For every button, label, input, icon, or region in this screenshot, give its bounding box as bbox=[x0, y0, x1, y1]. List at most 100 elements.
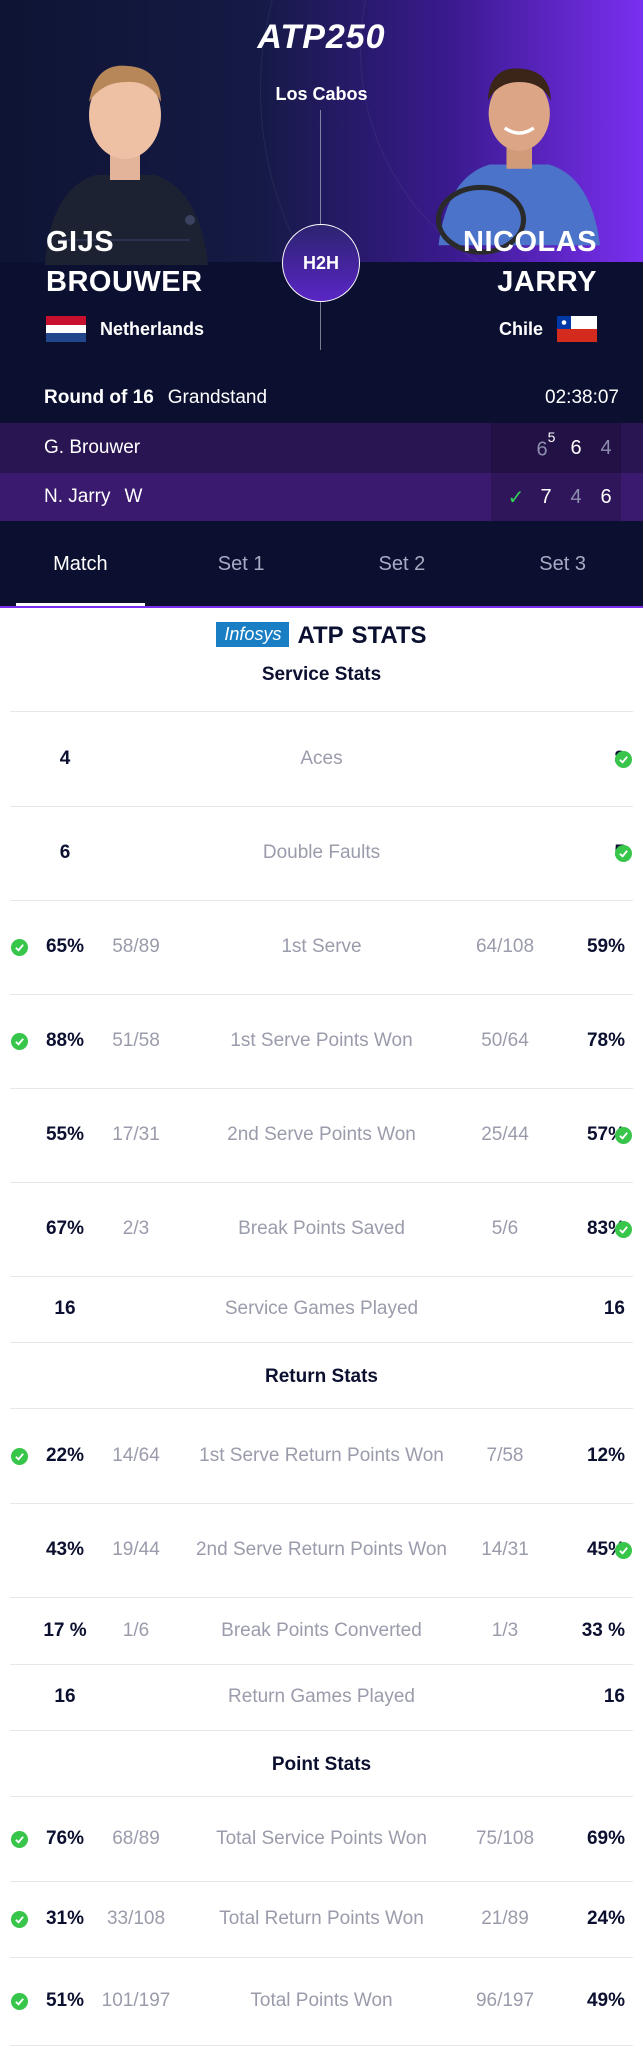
player2-country-name: Chile bbox=[498, 318, 543, 339]
stat-row: 22% 14/64 1st Serve Return Points Won 7/58 1… bbox=[0, 1409, 643, 1503]
set3-score: 4 bbox=[600, 436, 612, 459]
player2-stat-value: 78% bbox=[586, 1030, 625, 1051]
player2-stat-value: 49% bbox=[586, 1990, 625, 2011]
set2-score: 6 bbox=[570, 436, 582, 459]
stat-row: 67% 2/3 Break Points Saved 5/6 83% bbox=[0, 1182, 643, 1276]
leader-check-icon bbox=[615, 1541, 632, 1559]
set1-score: 7 bbox=[540, 485, 552, 508]
leader-check-icon bbox=[615, 750, 632, 768]
player2-stat-ratio: 96/197 bbox=[475, 1990, 535, 2011]
tab-set-2[interactable]: Set 2 bbox=[322, 521, 483, 608]
player2-stat-ratio: 64/108 bbox=[475, 936, 535, 957]
player1-stat-value: 55% bbox=[45, 1124, 85, 1145]
tab-set-3[interactable]: Set 3 bbox=[482, 521, 643, 608]
winner-check-icon: ✓ bbox=[507, 486, 525, 509]
player1-stat-value: 17 % bbox=[43, 1619, 87, 1641]
player2-name[interactable]: NICOLAS JARRY bbox=[463, 222, 597, 302]
player2-stat-ratio: 7/58 bbox=[486, 1445, 524, 1466]
stat-row: 43% 19/44 2nd Serve Return Points Won 14/31… bbox=[0, 1503, 643, 1597]
player1-stat-value: 31% bbox=[45, 1908, 85, 1929]
player1-stat-ratio: 1/6 bbox=[122, 1619, 150, 1641]
stat-label: Total Service Points Won bbox=[216, 1828, 427, 1849]
player2-stat-value: 16 bbox=[603, 1298, 625, 1319]
set2-score: 4 bbox=[570, 485, 582, 508]
player1-set-scores: 65 6 4 bbox=[491, 423, 621, 473]
stat-label: Return Games Played bbox=[228, 1686, 415, 1707]
player1-country: Netherlands bbox=[46, 316, 204, 342]
leader-check-icon bbox=[11, 1447, 28, 1465]
player1-stat-ratio: 17/31 bbox=[112, 1124, 160, 1145]
player2-stat-value: 12% bbox=[586, 1445, 625, 1466]
player1-stat-value: 43% bbox=[45, 1539, 85, 1560]
player2-stat-value: 16 bbox=[603, 1686, 625, 1707]
player1-stat-value: 16 bbox=[54, 1298, 76, 1319]
chile-flag-icon bbox=[557, 316, 597, 342]
player1-stat-value: 65% bbox=[45, 936, 85, 957]
stat-label: Break Points Converted bbox=[221, 1619, 422, 1641]
player2-set-scores: ✓ 7 4 6 bbox=[491, 473, 621, 521]
stat-row: 31% 33/108 Total Return Points Won 21/89 24% bbox=[0, 1881, 643, 1957]
h2h-button[interactable]: H2H bbox=[282, 224, 360, 302]
atp-stats-wordmark: ATP STATS bbox=[297, 618, 426, 650]
player1-stat-value: 88% bbox=[45, 1030, 85, 1051]
player2-stat-value: 59% bbox=[586, 936, 625, 957]
player1-stat-value: 51% bbox=[45, 1990, 85, 2011]
stat-label: Break Points Saved bbox=[238, 1218, 405, 1239]
player2-stat-value: 24% bbox=[586, 1908, 625, 1929]
divider bbox=[10, 1730, 633, 1731]
leader-check-icon bbox=[11, 1032, 28, 1050]
player2-stat-ratio: 14/31 bbox=[481, 1539, 529, 1560]
stat-row: 6Double Faults5 bbox=[0, 806, 643, 900]
player1-stat-ratio: 101/197 bbox=[101, 1990, 171, 2011]
player1-stat-ratio: 2/3 bbox=[122, 1218, 150, 1239]
player1-stat-value: 22% bbox=[45, 1445, 85, 1466]
set3-score: 6 bbox=[600, 485, 612, 508]
divider bbox=[10, 1342, 633, 1343]
match-meta: Round of 16 Grandstand 02:38:07 bbox=[0, 373, 643, 423]
round-label: Round of 16 bbox=[44, 387, 154, 408]
player1-first-name: GIJS bbox=[46, 226, 115, 258]
stat-row: 16 Service Games Played 16 bbox=[0, 1276, 643, 1342]
point-stats-title: Point Stats bbox=[271, 1754, 372, 1775]
player1-stat-value: 76% bbox=[45, 1828, 85, 1849]
stat-row: 76% 68/89 Total Service Points Won 75/108 69… bbox=[0, 1797, 643, 1881]
stat-row: 17 % 1/6 Break Points Converted 1/3 33 % bbox=[0, 1597, 643, 1664]
player2-stat-ratio: 1/3 bbox=[491, 1619, 519, 1641]
stat-label: 2nd Serve Return Points Won bbox=[195, 1539, 447, 1560]
stat-label: 1st Serve Points Won bbox=[230, 1030, 413, 1051]
set-tabs: Match Set 1 Set 2 Set 3 bbox=[0, 521, 643, 608]
player2-stat-ratio: 21/89 bbox=[481, 1908, 529, 1929]
tabs-divider bbox=[0, 606, 643, 608]
tab-set-1[interactable]: Set 1 bbox=[161, 521, 322, 608]
infosys-atp-stats-logo: Infosys ATP STATS bbox=[0, 618, 643, 650]
player2-country: Chile bbox=[499, 316, 597, 342]
player2-stat-value: 33 % bbox=[581, 1619, 625, 1641]
player1-stat-value: 16 bbox=[54, 1686, 76, 1707]
stat-label: Total Return Points Won bbox=[219, 1908, 424, 1929]
leader-check-icon bbox=[11, 938, 28, 956]
stats-wordmark: STATS bbox=[351, 622, 427, 649]
match-header: ATP250 Los Cabos GIJS BROUWER NICOLAS JA… bbox=[0, 0, 643, 373]
service-stats-title: Service Stats bbox=[261, 664, 382, 685]
infosys-logo: Infosys bbox=[216, 621, 290, 647]
stat-row: 4Aces8 bbox=[0, 712, 643, 806]
player1-name[interactable]: GIJS BROUWER bbox=[46, 222, 203, 302]
stat-row: 88% 51/58 1st Serve Points Won 50/64 78% bbox=[0, 994, 643, 1088]
player1-last-name: BROUWER bbox=[46, 266, 203, 298]
return-stats-title: Return Stats bbox=[265, 1366, 378, 1387]
player1-stat-value: 4 bbox=[59, 748, 71, 769]
player2-first-name: NICOLAS bbox=[463, 226, 597, 258]
set1-score: 65 bbox=[531, 429, 561, 462]
tab-match[interactable]: Match bbox=[0, 521, 161, 608]
player2-stat-ratio: 5/6 bbox=[491, 1218, 519, 1239]
player1-stat-ratio: 33/108 bbox=[106, 1908, 166, 1929]
stat-label: Total Points Won bbox=[250, 1990, 393, 2011]
leader-check-icon bbox=[615, 844, 632, 862]
player1-stat-value: 67% bbox=[45, 1218, 85, 1239]
player1-country-name: Netherlands bbox=[100, 318, 205, 339]
stat-label: 1st Serve Return Points Won bbox=[199, 1445, 444, 1466]
stat-row: 16 Return Games Played 16 bbox=[0, 1664, 643, 1730]
player2-stat-ratio: 75/108 bbox=[475, 1828, 535, 1849]
stat-row: 65% 58/89 1st Serve 64/108 59% bbox=[0, 900, 643, 994]
court-label: Grandstand bbox=[167, 387, 268, 408]
